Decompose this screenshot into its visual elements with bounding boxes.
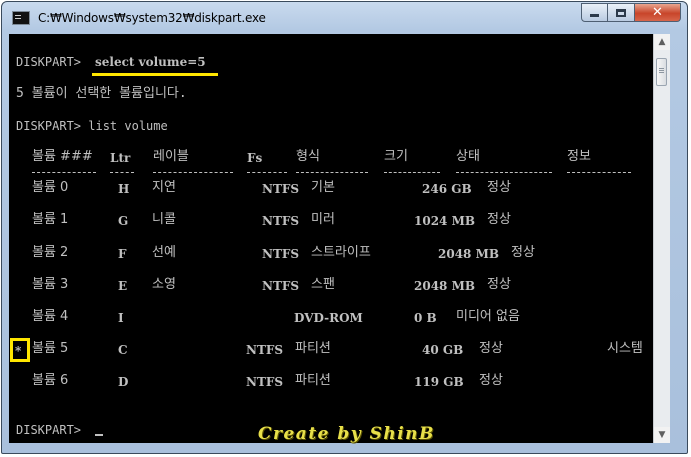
volume-number: 볼륨 4 xyxy=(32,309,69,324)
selected-marker: * xyxy=(15,344,22,358)
file-system: NTFS xyxy=(262,279,300,293)
header-ltr: Ltr xyxy=(110,151,131,165)
volume-status: 미디어 없음 xyxy=(456,309,520,324)
separator-info xyxy=(567,172,631,173)
volume-size: 1024 MB xyxy=(414,214,476,228)
drive-letter: H xyxy=(118,182,130,196)
header-volume: 볼륨 ### xyxy=(32,149,93,164)
separator-ltr xyxy=(110,172,134,173)
window-title: C:₩Windows₩system32₩diskpart.exe xyxy=(38,11,266,25)
scroll-down-icon[interactable]: ▼ xyxy=(654,427,670,443)
drive-letter: D xyxy=(118,375,129,389)
console-icon[interactable] xyxy=(12,11,30,25)
volume-number: 볼륨 3 xyxy=(32,277,69,292)
file-system: NTFS xyxy=(262,214,300,228)
volume-size: 0 B xyxy=(414,311,437,325)
volume-number: 볼륨 0 xyxy=(32,180,69,195)
file-system: NTFS xyxy=(262,182,300,196)
file-system: NTFS xyxy=(262,247,300,261)
separator-volume xyxy=(32,172,96,173)
drive-letter: G xyxy=(118,214,129,228)
scroll-thumb[interactable] xyxy=(656,58,667,86)
scroll-up-icon[interactable]: ▲ xyxy=(654,34,670,50)
file-system: NTFS xyxy=(246,343,284,357)
volume-status: 정상 xyxy=(487,180,511,195)
volume-size: 2048 MB xyxy=(414,279,476,293)
volume-label: 지연 xyxy=(152,180,176,195)
volume-status: 정상 xyxy=(479,373,503,388)
volume-number: 볼륨 6 xyxy=(32,373,69,388)
header-status: 상태 xyxy=(456,149,480,164)
header-size: 크기 xyxy=(384,149,408,164)
volume-label: 니콜 xyxy=(152,212,176,227)
text-cursor xyxy=(95,434,103,436)
drive-letter: C xyxy=(118,343,128,357)
vertical-scrollbar[interactable]: ▲ ▼ xyxy=(653,34,670,443)
header-fs: Fs xyxy=(247,151,263,165)
minimize-icon xyxy=(590,14,599,17)
maximize-icon xyxy=(616,8,626,17)
command-highlight xyxy=(92,73,218,76)
maximize-button[interactable] xyxy=(608,3,635,22)
volume-number: 볼륨 1 xyxy=(32,212,69,227)
separator-status xyxy=(456,172,552,173)
drive-letter: E xyxy=(118,279,128,293)
volume-type: 스트라이프 xyxy=(311,245,371,260)
prompt-line-3: DISKPART> xyxy=(16,423,89,437)
volume-status: 정상 xyxy=(487,277,511,292)
volume-number: 볼륨 2 xyxy=(32,245,69,260)
volume-number: 볼륨 5 xyxy=(32,341,69,356)
volume-type: 기본 xyxy=(311,180,335,195)
header-info: 정보 xyxy=(567,149,591,164)
volume-size: 2048 MB xyxy=(438,247,500,261)
volume-type: 미러 xyxy=(311,212,335,227)
header-label: 레이블 xyxy=(153,149,189,164)
volume-size: 40 GB xyxy=(422,343,464,357)
prompt-line-1: DISKPART> xyxy=(16,55,89,69)
separator-fs xyxy=(247,172,287,173)
close-button[interactable]: ✕ xyxy=(635,3,681,22)
select-command: select volume=5 xyxy=(95,55,206,69)
volume-size: 119 GB xyxy=(414,375,464,389)
prompt-line-2: DISKPART> list volume xyxy=(16,119,168,133)
separator-label xyxy=(153,172,233,173)
separator-size xyxy=(384,172,440,173)
drive-letter: F xyxy=(118,247,127,261)
drive-letter: I xyxy=(118,311,124,325)
minimize-button[interactable] xyxy=(581,3,608,22)
close-icon: ✕ xyxy=(652,5,663,20)
volume-size: 246 GB xyxy=(422,182,472,196)
separator-type xyxy=(296,172,368,173)
volume-label: 선예 xyxy=(152,245,176,260)
volume-type: 파티션 xyxy=(295,341,331,356)
watermark-text: Create by ShinB xyxy=(258,424,435,444)
volume-status: 정상 xyxy=(487,212,511,227)
volume-status: 정상 xyxy=(479,341,503,356)
volume-type: 파티션 xyxy=(295,373,331,388)
volume-type: 스팬 xyxy=(311,277,335,292)
window-controls: ✕ xyxy=(581,3,681,23)
volume-label: 소영 xyxy=(152,277,176,292)
file-system: NTFS xyxy=(246,375,284,389)
title-bar[interactable]: C:₩Windows₩system32₩diskpart.exe ✕ xyxy=(2,2,687,36)
volume-info: 시스템 xyxy=(607,341,643,356)
volume-status: 정상 xyxy=(511,245,535,260)
selection-message: 5 볼륨이 선택한 볼륨입니다. xyxy=(16,86,187,101)
volume-type: DVD-ROM xyxy=(294,311,363,325)
header-type: 형식 xyxy=(296,149,320,164)
